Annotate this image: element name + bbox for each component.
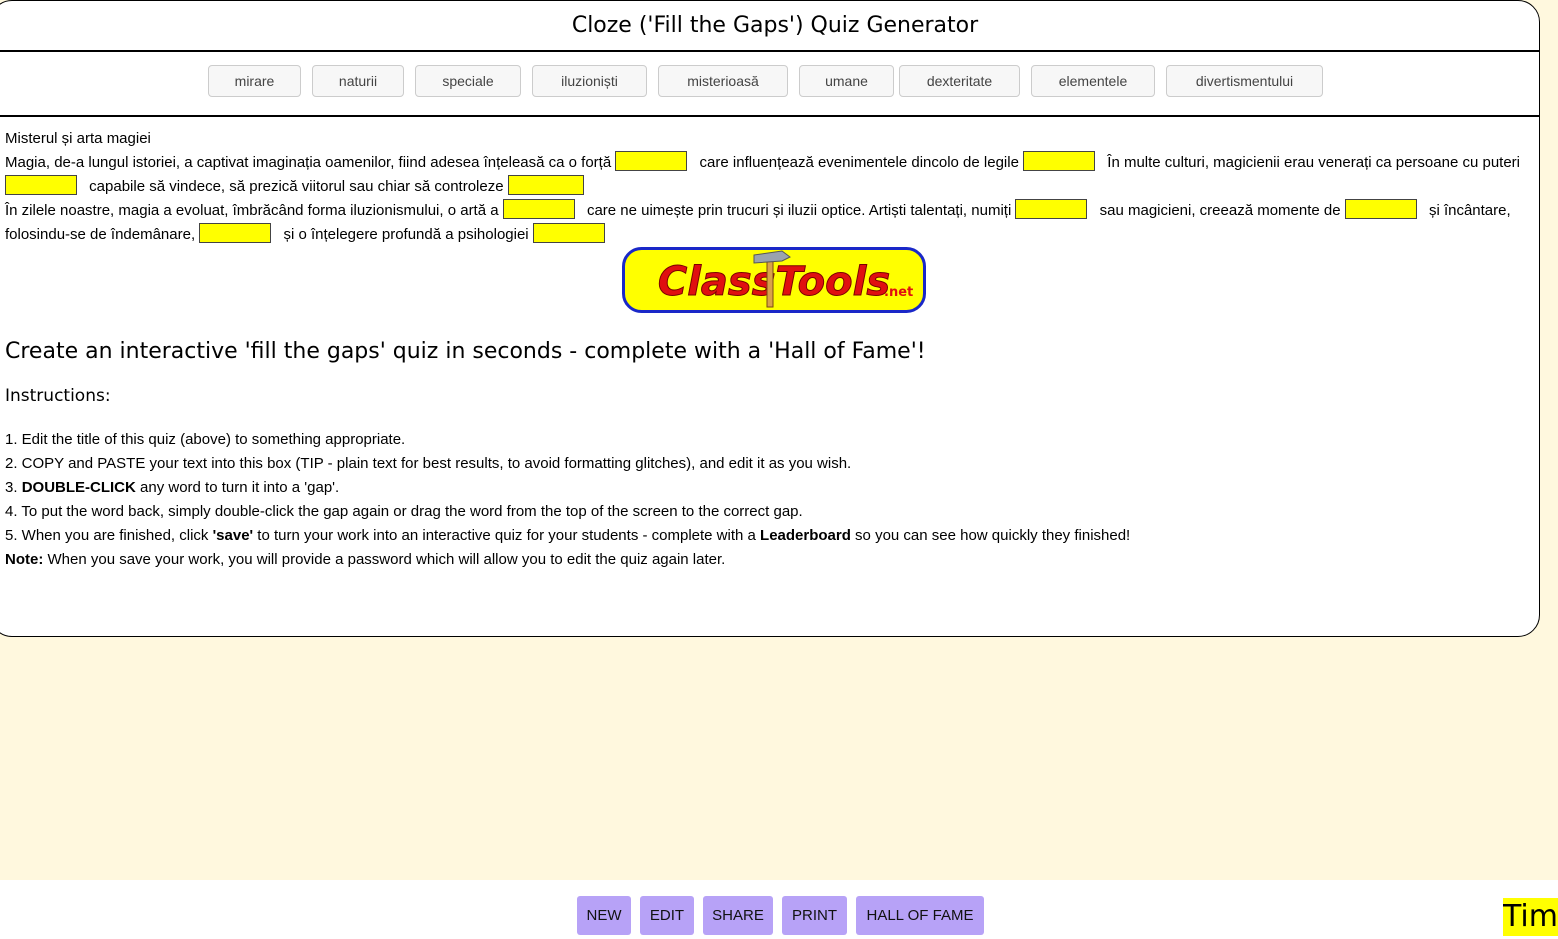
passage-text: În zilele noastre, magia a evoluat, îmbr… bbox=[5, 202, 499, 219]
new-button[interactable]: NEW bbox=[577, 896, 631, 935]
note-text: When you save your work, you will provid… bbox=[43, 551, 726, 568]
timer-display: Tim bbox=[1503, 898, 1558, 936]
instruction-text: so you can see how quickly they finished… bbox=[850, 527, 1131, 544]
word-chip-divertismentului[interactable]: divertismentului bbox=[1166, 65, 1323, 97]
passage-heading: Misterul și arta magiei bbox=[5, 130, 151, 147]
gap-box[interactable] bbox=[199, 223, 272, 243]
instruction-item: 1. Edit the title of this quiz (above) t… bbox=[5, 431, 406, 448]
instruction-text: any word to turn it into a 'gap'. bbox=[135, 479, 340, 496]
word-chip-misterioasa[interactable]: misterioasă bbox=[658, 65, 788, 97]
gap-box[interactable] bbox=[532, 223, 605, 243]
word-chip-naturii[interactable]: naturii bbox=[312, 65, 404, 97]
instruction-item: 2. COPY and PASTE your text into this bo… bbox=[5, 455, 852, 472]
passage-editor[interactable]: Misterul și arta magiei Magia, de-a lung… bbox=[5, 127, 1520, 247]
logo-text: ClassTools bbox=[658, 259, 890, 305]
instruction-item: 4. To put the word back, simply double-c… bbox=[5, 503, 803, 520]
gap-box[interactable] bbox=[507, 175, 584, 195]
instruction-item: 5. When you are finished, click 'save' t… bbox=[5, 524, 1505, 548]
note-label: Note: bbox=[5, 551, 44, 568]
word-chip-speciale[interactable]: speciale bbox=[415, 65, 521, 97]
instruction-emphasis: Leaderboard bbox=[760, 527, 851, 544]
passage-text: care ne uimește prin trucuri și iluzii o… bbox=[586, 202, 1012, 219]
instruction-emphasis: DOUBLE-CLICK bbox=[21, 479, 136, 496]
hall-of-fame-button[interactable]: HALL OF FAME bbox=[856, 896, 984, 935]
instruction-item: 3. DOUBLE-CLICK any word to turn it into… bbox=[5, 476, 1505, 500]
instruction-emphasis: 'save' bbox=[212, 527, 254, 544]
title-bar: Cloze ('Fill the Gaps') Quiz Generator bbox=[0, 1, 1539, 52]
passage-text: capabile să vindece, să prezică viitorul… bbox=[89, 178, 504, 195]
gap-box[interactable] bbox=[1344, 199, 1417, 219]
passage-text: În multe culturi, magicienii erau venera… bbox=[1107, 154, 1520, 171]
word-chip-elementele[interactable]: elementele bbox=[1031, 65, 1155, 97]
logo-suffix: .net bbox=[884, 285, 913, 300]
quiz-title[interactable]: Cloze ('Fill the Gaps') Quiz Generator bbox=[572, 13, 978, 38]
edit-button[interactable]: EDIT bbox=[640, 896, 694, 935]
share-button[interactable]: SHARE bbox=[703, 896, 773, 935]
paragraph-2: În zilele noastre, magia a evoluat, îmbr… bbox=[5, 199, 1520, 247]
passage-text: sau magicieni, creează momente de bbox=[1099, 202, 1341, 219]
word-bank: mirare naturii speciale iluzioniști mist… bbox=[0, 52, 1539, 117]
gap-box[interactable] bbox=[615, 151, 688, 171]
passage-text: Magia, de-a lungul istoriei, a captivat … bbox=[5, 154, 612, 171]
gap-box[interactable] bbox=[5, 175, 77, 195]
passage-text: și o înțelegere profundă a psihologiei bbox=[283, 226, 529, 243]
gap-box[interactable] bbox=[1023, 151, 1096, 171]
instruction-number: 3. bbox=[5, 479, 22, 496]
word-chip-umane[interactable]: umane bbox=[799, 65, 894, 97]
word-chip-iluzionisti[interactable]: iluzioniști bbox=[532, 65, 647, 97]
instructions-list: 1. Edit the title of this quiz (above) t… bbox=[5, 428, 1505, 572]
word-chip-mirare[interactable]: mirare bbox=[208, 65, 301, 97]
print-button[interactable]: PRINT bbox=[782, 896, 847, 935]
instruction-text: to turn your work into an interactive qu… bbox=[253, 527, 761, 544]
instruction-text: 5. When you are finished, click bbox=[5, 527, 213, 544]
footer-toolbar: NEW EDIT SHARE PRINT HALL OF FAME bbox=[0, 880, 1558, 939]
classtools-logo[interactable]: ClassTools .net bbox=[622, 247, 926, 313]
passage-text: care influențează evenimentele dincolo d… bbox=[699, 154, 1019, 171]
gap-box[interactable] bbox=[1015, 199, 1088, 219]
paragraph-1: Magia, de-a lungul istoriei, a captivat … bbox=[5, 151, 1520, 199]
instructions-heading: Instructions: bbox=[5, 386, 111, 406]
instruction-note: Note: When you save your work, you will … bbox=[5, 548, 1505, 572]
word-chip-dexteritate[interactable]: dexteritate bbox=[899, 65, 1020, 97]
main-heading: Create an interactive 'fill the gaps' qu… bbox=[5, 339, 926, 364]
gap-box[interactable] bbox=[502, 199, 575, 219]
